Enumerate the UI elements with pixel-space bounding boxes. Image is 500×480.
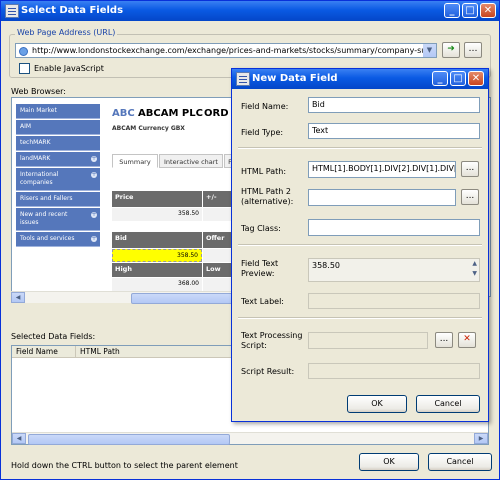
enable-javascript-label: Enable JavaScript xyxy=(34,64,104,73)
high-header: High xyxy=(112,263,202,277)
web-browser-label: Web Browser: xyxy=(11,87,66,96)
nav-item[interactable]: Tools and services + xyxy=(16,232,100,247)
nav-item-label: International companies xyxy=(20,171,59,186)
main-window-title: Select Data Fields xyxy=(21,5,124,16)
field-name-label: Field Name: xyxy=(241,102,289,111)
app-icon xyxy=(5,4,19,18)
nav-item-label: landMARK xyxy=(20,155,51,162)
spin-up-icon[interactable]: ▲ xyxy=(472,260,477,267)
browse-url-button[interactable]: … xyxy=(464,42,482,58)
html-path2-label: HTML Path 2 (alternative): xyxy=(241,187,294,206)
globe-icon xyxy=(19,47,28,56)
expand-icon[interactable]: + xyxy=(91,172,97,178)
cancel-button[interactable]: Cancel xyxy=(428,453,492,471)
nav-item-label: New and recent issues xyxy=(20,211,68,226)
company-subtitle: ABCAM Currency GBX xyxy=(112,125,185,132)
high-value: 368.00 xyxy=(112,278,202,291)
url-combobox[interactable]: http://www.londonstockexchange.com/excha… xyxy=(15,43,437,58)
preview-text: 358.50 xyxy=(312,261,340,270)
list-scroll-left-arrow[interactable]: ◀ xyxy=(12,433,26,444)
html-path-label: HTML Path: xyxy=(241,167,287,176)
nav-item[interactable]: International companies + xyxy=(16,168,100,191)
status-hint: Hold down the CTRL button to select the … xyxy=(11,461,238,470)
field-type-select[interactable]: Text xyxy=(308,123,480,139)
script-label: Text Processing Script: xyxy=(241,331,303,350)
ticker-symbol: ABC xyxy=(112,108,135,119)
enable-javascript-checkbox[interactable] xyxy=(19,63,30,74)
html-path2-input[interactable] xyxy=(308,189,456,206)
dialog-cancel-button[interactable]: Cancel xyxy=(416,395,480,413)
price-value: 358.50 xyxy=(112,208,202,221)
nav-item[interactable]: techMARK xyxy=(16,136,100,151)
expand-icon[interactable]: + xyxy=(91,212,97,218)
script-input[interactable] xyxy=(308,332,428,349)
preview-label: Field Text Preview: xyxy=(241,259,279,278)
go-arrow-icon: ➜ xyxy=(447,44,455,54)
nav-item[interactable]: Main Market xyxy=(16,104,100,119)
chevron-down-icon[interactable]: ▼ xyxy=(423,44,436,57)
list-scroll-thumb[interactable] xyxy=(28,434,230,445)
company-name: ABCAM PLC xyxy=(138,108,203,119)
tag-class-input[interactable] xyxy=(308,219,480,236)
dialog-app-icon xyxy=(236,72,250,86)
dialog-title: New Data Field xyxy=(252,73,338,84)
column-field-name[interactable]: Field Name xyxy=(12,346,76,358)
tab-interactive-chart[interactable]: Interactive chart xyxy=(159,154,223,168)
price-header: Price xyxy=(112,191,202,207)
script-browse-button[interactable]: ... xyxy=(435,332,453,348)
maximize-button[interactable]: □ xyxy=(462,3,478,18)
close-button[interactable]: ✕ xyxy=(480,3,496,18)
field-type-label: Field Type: xyxy=(241,128,284,137)
bid-header: Bid xyxy=(112,232,202,248)
dialog-ok-button[interactable]: OK xyxy=(347,395,407,413)
bid-value-selected[interactable]: 358.50 xyxy=(112,249,202,262)
script-result-label: Script Result: xyxy=(241,367,295,376)
ok-button[interactable]: OK xyxy=(359,453,419,471)
expand-icon[interactable]: + xyxy=(91,236,97,242)
nav-item-label: AIM xyxy=(20,123,32,130)
list-scroll-right-arrow[interactable]: ▶ xyxy=(474,433,488,444)
ellipsis-icon: … xyxy=(468,44,478,54)
preview-output: 358.50 ▲ ▼ xyxy=(308,258,480,282)
delete-script-button[interactable]: ✕ xyxy=(458,332,476,348)
nav-item-label: Risers and Fallers xyxy=(20,195,73,202)
html-path2-browse-button[interactable]: ... xyxy=(461,189,479,205)
text-label-label: Text Label: xyxy=(241,297,284,306)
html-path-input[interactable]: HTML[1].BODY[1].DIV[2].DIV[1].DIV[9]. xyxy=(308,161,456,178)
tab-summary[interactable]: Summary xyxy=(112,154,158,168)
minimize-button[interactable]: _ xyxy=(444,3,460,18)
html-path-browse-button[interactable]: ... xyxy=(461,161,479,177)
nav-item[interactable]: AIM xyxy=(16,120,100,135)
url-text: http://www.londonstockexchange.com/excha… xyxy=(32,46,437,55)
dialog-close-button[interactable]: ✕ xyxy=(468,71,484,86)
nav-item[interactable]: landMARK + xyxy=(16,152,100,167)
tag-class-label: Tag Class: xyxy=(241,224,281,233)
spin-down-icon[interactable]: ▼ xyxy=(472,270,477,277)
nav-item[interactable]: Risers and Fallers xyxy=(16,192,100,207)
url-group-label: Web Page Address (URL) xyxy=(15,28,118,37)
new-data-field-dialog: New Data Field _ □ ✕ Field Name: Bid Fie… xyxy=(231,68,489,422)
script-result-output xyxy=(308,363,480,379)
separator xyxy=(238,244,482,246)
dialog-maximize-button[interactable]: □ xyxy=(450,71,466,86)
separator xyxy=(238,147,482,149)
scroll-left-arrow[interactable]: ◀ xyxy=(11,292,25,303)
dialog-minimize-button[interactable]: _ xyxy=(432,71,448,86)
field-name-input[interactable]: Bid xyxy=(308,97,480,113)
nav-item[interactable]: New and recent issues + xyxy=(16,208,100,231)
main-titlebar[interactable]: Select Data Fields _ □ ✕ xyxy=(1,1,499,21)
delete-icon: ✕ xyxy=(463,334,471,344)
navigate-button[interactable]: ➜ xyxy=(442,42,460,58)
nav-item-label: Main Market xyxy=(20,107,57,114)
list-horizontal-scrollbar[interactable]: ◀ ▶ xyxy=(12,432,488,445)
text-label-input[interactable] xyxy=(308,293,480,309)
selected-fields-label: Selected Data Fields: xyxy=(11,332,96,341)
separator xyxy=(238,317,482,319)
dialog-titlebar[interactable]: New Data Field _ □ ✕ xyxy=(232,69,488,89)
expand-icon[interactable]: + xyxy=(91,156,97,162)
nav-item-label: techMARK xyxy=(20,139,51,146)
nav-item-label: Tools and services xyxy=(20,235,75,242)
